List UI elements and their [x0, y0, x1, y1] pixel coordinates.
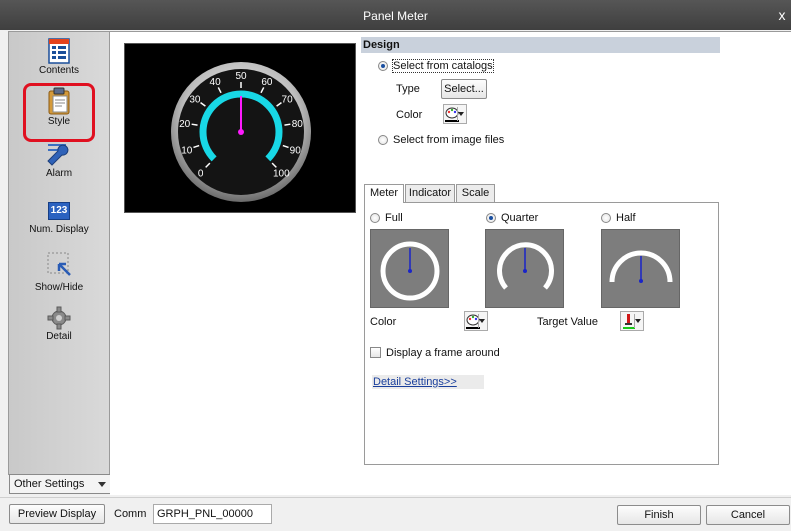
detail-settings-link[interactable]: Detail Settings>>: [372, 375, 484, 389]
comm-field[interactable]: GRPH_PNL_00000: [153, 504, 272, 524]
cancel-button[interactable]: Cancel: [706, 505, 790, 525]
gauge-tick-label: 100: [273, 168, 290, 179]
chevron-down-icon: [635, 319, 641, 323]
sidebar-item-label: Show/Hide: [34, 282, 84, 293]
half-label[interactable]: Half: [616, 212, 636, 224]
sidebar-item-label: Alarm: [45, 168, 73, 179]
num-display-icon: 123: [48, 202, 70, 220]
meter-preview: 0 10 20 30 40 50 60 70 80 90 100: [124, 43, 356, 213]
contents-icon: [48, 38, 70, 64]
gauge-tick: [191, 123, 198, 126]
chevron-down-icon: [98, 482, 106, 487]
design-color-button[interactable]: [443, 104, 467, 124]
gauge-hub: [238, 129, 244, 135]
gauge-tick-label: 40: [210, 77, 222, 88]
select-from-image-files-label[interactable]: Select from image files: [393, 134, 504, 146]
select-from-catalogs-label[interactable]: Select from catalogs: [392, 59, 494, 73]
radio-select-from-catalogs[interactable]: [378, 61, 388, 71]
half-meter-image: [609, 250, 673, 283]
type-label: Type: [396, 83, 420, 95]
frame-checkbox-label[interactable]: Display a frame around: [386, 347, 500, 359]
quarter-label[interactable]: Quarter: [501, 212, 538, 224]
gear-icon: [47, 306, 71, 330]
sidebar-item-label: Detail: [46, 331, 72, 342]
sidebar-item-alarm[interactable]: Alarm: [9, 141, 109, 179]
type-select-button[interactable]: Select...: [441, 79, 487, 99]
radio-quarter[interactable]: [486, 213, 496, 223]
tab-meter[interactable]: Meter: [364, 184, 404, 203]
other-settings-dropdown[interactable]: Other Settings: [9, 474, 111, 494]
sidebar-item-show-hide[interactable]: Show/Hide: [9, 251, 109, 293]
radio-full[interactable]: [370, 213, 380, 223]
show-hide-icon: [47, 252, 71, 276]
radio-half[interactable]: [601, 213, 611, 223]
wrench-icon: [47, 144, 69, 166]
close-icon[interactable]: x: [775, 7, 789, 23]
quarter-meter-thumbnail[interactable]: [485, 229, 564, 308]
sidebar-item-label: Num. Display: [29, 224, 89, 235]
finish-button[interactable]: Finish: [617, 505, 701, 525]
quarter-meter-image: [497, 242, 554, 290]
sidebar-item-detail[interactable]: Detail: [9, 306, 109, 342]
half-meter-thumbnail[interactable]: [601, 229, 680, 308]
gauge-tick-label: 10: [181, 146, 193, 157]
radio-select-from-image-files[interactable]: [378, 135, 388, 145]
window-title: Panel Meter: [363, 9, 428, 23]
meter-color-button[interactable]: [464, 311, 488, 331]
meter-color-label: Color: [370, 316, 397, 328]
other-settings-label: Other Settings: [14, 478, 85, 490]
comm-label: Comm: [114, 508, 147, 520]
gauge-tick-label: 70: [282, 94, 294, 105]
gauge-preview: 0 10 20 30 40 50 60 70 80 90100: [171, 62, 311, 202]
sidebar-item-num-display[interactable]: 123 Num. Display: [9, 202, 109, 235]
title-bar: Panel Meter x: [0, 0, 791, 30]
gauge-tick-label: 90: [290, 146, 302, 157]
sidebar-item-label: Contents: [38, 65, 80, 76]
full-label[interactable]: Full: [385, 212, 403, 224]
design-color-label: Color: [396, 109, 423, 121]
tab-indicator[interactable]: Indicator: [405, 184, 455, 202]
gauge-tick: [284, 123, 291, 126]
gauge-tick-label: 60: [261, 77, 273, 88]
gauge-tick-label: 0: [198, 168, 204, 179]
gauge-tick-label: 50: [235, 71, 247, 82]
tab-scale[interactable]: Scale: [456, 184, 495, 202]
design-heading: Design: [361, 37, 720, 53]
target-value-label: Target Value: [537, 316, 598, 328]
gauge-tick-label: 30: [189, 94, 201, 105]
gauge-tick-label: 20: [179, 119, 191, 130]
gauge-tick-label: 80: [292, 119, 304, 130]
selected-item-highlight: [23, 83, 95, 142]
full-meter-image: [380, 241, 440, 301]
sidebar-item-contents[interactable]: Contents: [9, 38, 109, 76]
target-value-color-button[interactable]: [620, 311, 644, 331]
chevron-down-icon: [479, 319, 485, 323]
full-meter-thumbnail[interactable]: [370, 229, 449, 308]
frame-checkbox[interactable]: [370, 347, 381, 358]
preview-display-button[interactable]: Preview Display: [9, 504, 105, 524]
chevron-down-icon: [458, 112, 464, 116]
